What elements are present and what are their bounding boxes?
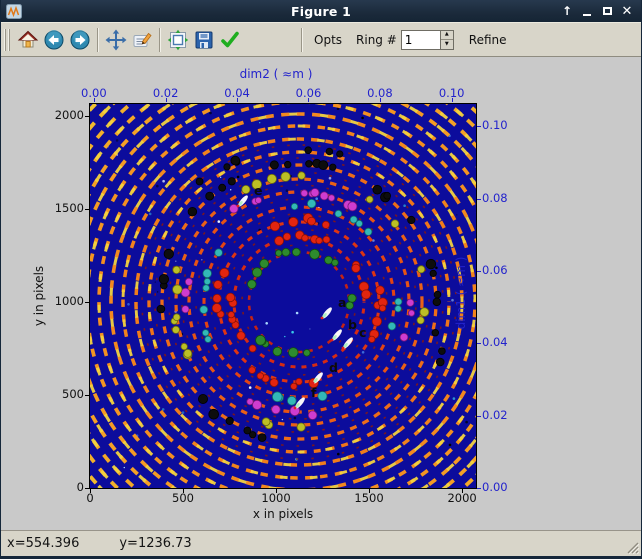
spin-up-button[interactable]: ▲ [441,31,453,41]
back-button[interactable] [41,26,67,54]
forward-button[interactable] [67,26,93,54]
toolbar-separator [159,28,161,52]
right-tick-label: 0.04 [482,335,522,349]
toolbar: Opts Ring # ▲ ▼ Refine [1,22,641,57]
opts-button[interactable]: Opts [307,33,349,47]
right-tick-mark [477,416,481,417]
svg-text:f: f [311,385,317,400]
back-icon [43,29,65,51]
y-tick-label: 0 [48,480,84,494]
cursor-y-readout: y=1236.73 [119,536,191,551]
y-tick-mark [85,116,89,117]
y-tick-mark [85,302,89,303]
edit-icon [131,29,153,51]
x-tick-mark [183,489,184,493]
toolbar-separator [301,28,303,52]
y-tick-mark [85,209,89,210]
minimize-icon [583,14,591,16]
svg-text:d: d [329,360,338,375]
pan-button[interactable] [103,26,129,54]
home-button[interactable] [15,26,41,54]
svg-text:a: a [338,295,346,310]
y-tick-mark [85,395,89,396]
figure-window: Figure 1 ↑ ✕ [0,0,642,559]
diffraction-plot[interactable]: abc d e f [89,103,477,489]
y-axis-label: y in pixels [32,251,46,341]
configure-subplots-icon [167,29,189,51]
right-tick-label: 0.06 [482,263,522,277]
figure-canvas[interactable]: abc d e f y in pixels x in pixels dim2 ( ≈m… [1,57,641,530]
right-tick-label: 0.00 [482,480,522,494]
right-tick-mark [477,199,481,200]
right-tick-mark [477,343,481,344]
top-axis-label: dim2 ( ≈m ) [90,67,462,81]
diffraction-image: abc d e f [90,104,476,488]
y-tick-label: 1500 [48,201,84,215]
close-button[interactable]: ✕ [620,4,634,18]
right-tick-mark [477,126,481,127]
x-tick-mark [462,489,463,493]
ring-number-input[interactable] [402,31,440,49]
toolbar-grip[interactable] [4,29,11,51]
svg-text:e: e [254,183,262,198]
top-tick-mark [308,98,309,102]
configure-subplots-button[interactable] [165,26,191,54]
refine-button[interactable]: Refine [462,33,514,47]
maximize-button[interactable] [600,4,614,18]
x-tick-mark [369,489,370,493]
y-tick-mark [85,488,89,489]
ring-number-label: Ring # [349,33,399,47]
resize-grip-icon[interactable] [625,540,639,554]
edit-button[interactable] [129,26,155,54]
right-tick-mark [477,271,481,272]
maximize-icon [603,7,612,15]
x-tick-label: 1000 [256,491,296,505]
top-tick-mark [166,98,167,102]
y-tick-label: 1000 [48,294,84,308]
right-tick-label: 0.08 [482,191,522,205]
titlebar[interactable]: Figure 1 ↑ ✕ [1,0,641,22]
home-icon [17,29,39,51]
x-tick-label: 500 [163,491,203,505]
rollup-button[interactable]: ↑ [560,4,574,18]
apply-check-button[interactable] [217,26,243,54]
y-tick-label: 2000 [48,108,84,122]
pan-icon [105,29,127,51]
x-axis-label: x in pixels [90,507,476,521]
right-tick-mark [477,488,481,489]
ring-number-spinbox: ▲ ▼ [401,30,454,50]
x-tick-label: 1500 [349,491,389,505]
svg-text:c: c [359,325,366,340]
top-tick-mark [380,98,381,102]
x-tick-mark [276,489,277,493]
toolbar-separator [97,28,99,52]
x-tick-label: 2000 [442,491,482,505]
forward-icon [69,29,91,51]
cursor-x-readout: x=554.396 [7,536,79,551]
window-title: Figure 1 [1,4,641,19]
save-button[interactable] [191,26,217,54]
statusbar: x=554.396 y=1236.73 [1,530,641,556]
minimize-button[interactable] [580,4,594,18]
check-icon [219,29,241,51]
spin-down-button[interactable]: ▼ [441,40,453,49]
top-tick-mark [452,98,453,102]
right-axis-label: dim1 ( ≈m ) [454,248,468,338]
right-tick-label: 0.10 [482,118,522,132]
svg-text:b: b [348,317,357,332]
right-tick-label: 0.02 [482,408,522,422]
y-tick-label: 500 [48,387,84,401]
x-tick-mark [90,489,91,493]
save-icon [193,29,215,51]
top-tick-mark [94,98,95,102]
top-tick-mark [237,98,238,102]
